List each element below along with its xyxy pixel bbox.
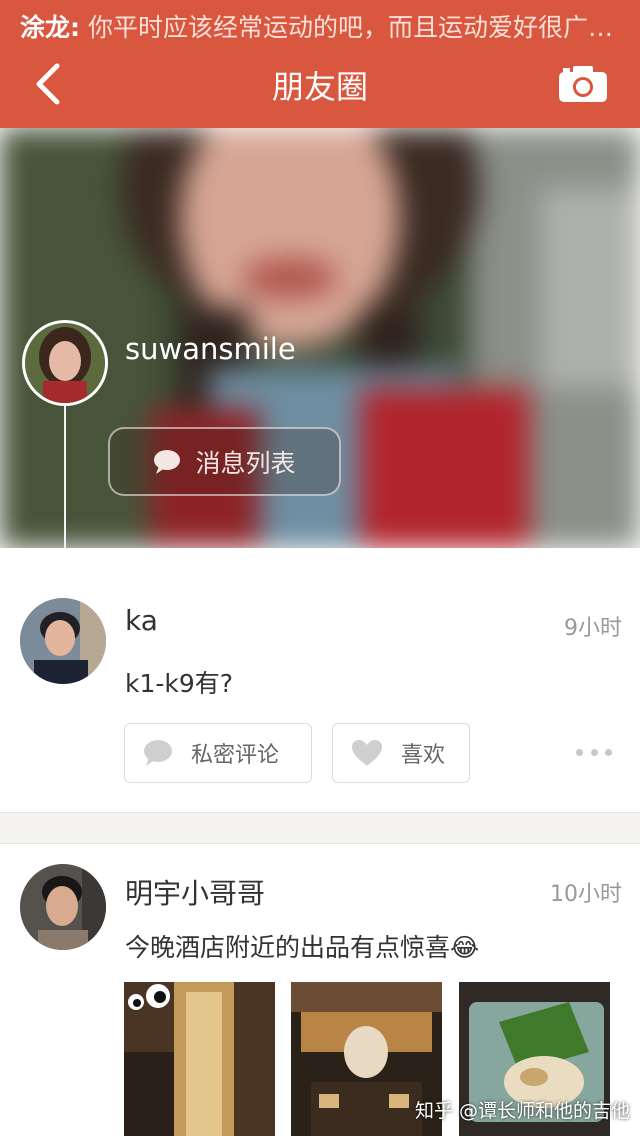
message-list-button[interactable]: 消息列表 — [108, 427, 341, 496]
feed-divider — [0, 812, 640, 844]
more-options-button[interactable] — [576, 743, 612, 761]
profile-avatar[interactable] — [22, 320, 108, 406]
private-comment-button[interactable]: 私密评论 — [124, 723, 312, 783]
notification-sender: 涂龙: — [20, 13, 80, 42]
like-button[interactable]: 喜欢 — [332, 723, 470, 783]
post-photo[interactable] — [124, 982, 275, 1136]
camera-icon — [559, 66, 607, 102]
post-time: 10小时 — [550, 882, 622, 907]
post-text: 今晚酒店附近的出品有点惊喜😂 — [125, 933, 480, 962]
post-author-name[interactable]: ka — [125, 604, 158, 637]
more-dot-icon — [576, 748, 583, 756]
like-label: 喜欢 — [401, 743, 446, 768]
post-text: k1-k9有? — [125, 669, 234, 698]
chat-bubble-icon — [154, 449, 181, 474]
heart-icon — [352, 740, 382, 766]
notification-text: 你平时应该经常运动的吧，而且运动爱好很广… — [80, 13, 613, 42]
timeline-line — [64, 400, 66, 548]
comment-bubble-icon — [144, 740, 172, 766]
watermark-text: 知乎 @谭长师和他的吉他 — [415, 1100, 631, 1122]
post-time: 9小时 — [564, 616, 622, 641]
profile-username[interactable]: suwansmile — [125, 332, 296, 366]
more-dot-icon — [605, 748, 612, 756]
page-title: 朋友圈 — [271, 68, 368, 106]
message-list-label: 消息列表 — [195, 448, 296, 478]
top-bar: 涂龙: 你平时应该经常运动的吧，而且运动爱好很广… 朋友圈 — [0, 0, 640, 128]
private-comment-label: 私密评论 — [191, 743, 280, 768]
more-dot-icon — [590, 748, 598, 756]
camera-button[interactable] — [552, 60, 614, 108]
post-author-name[interactable]: 明宇小哥哥 — [125, 872, 265, 912]
message-notification-banner[interactable]: 涂龙: 你平时应该经常运动的吧，而且运动爱好很广… — [20, 8, 630, 44]
post-author-avatar[interactable] — [20, 598, 106, 684]
post-author-avatar[interactable] — [20, 864, 106, 950]
